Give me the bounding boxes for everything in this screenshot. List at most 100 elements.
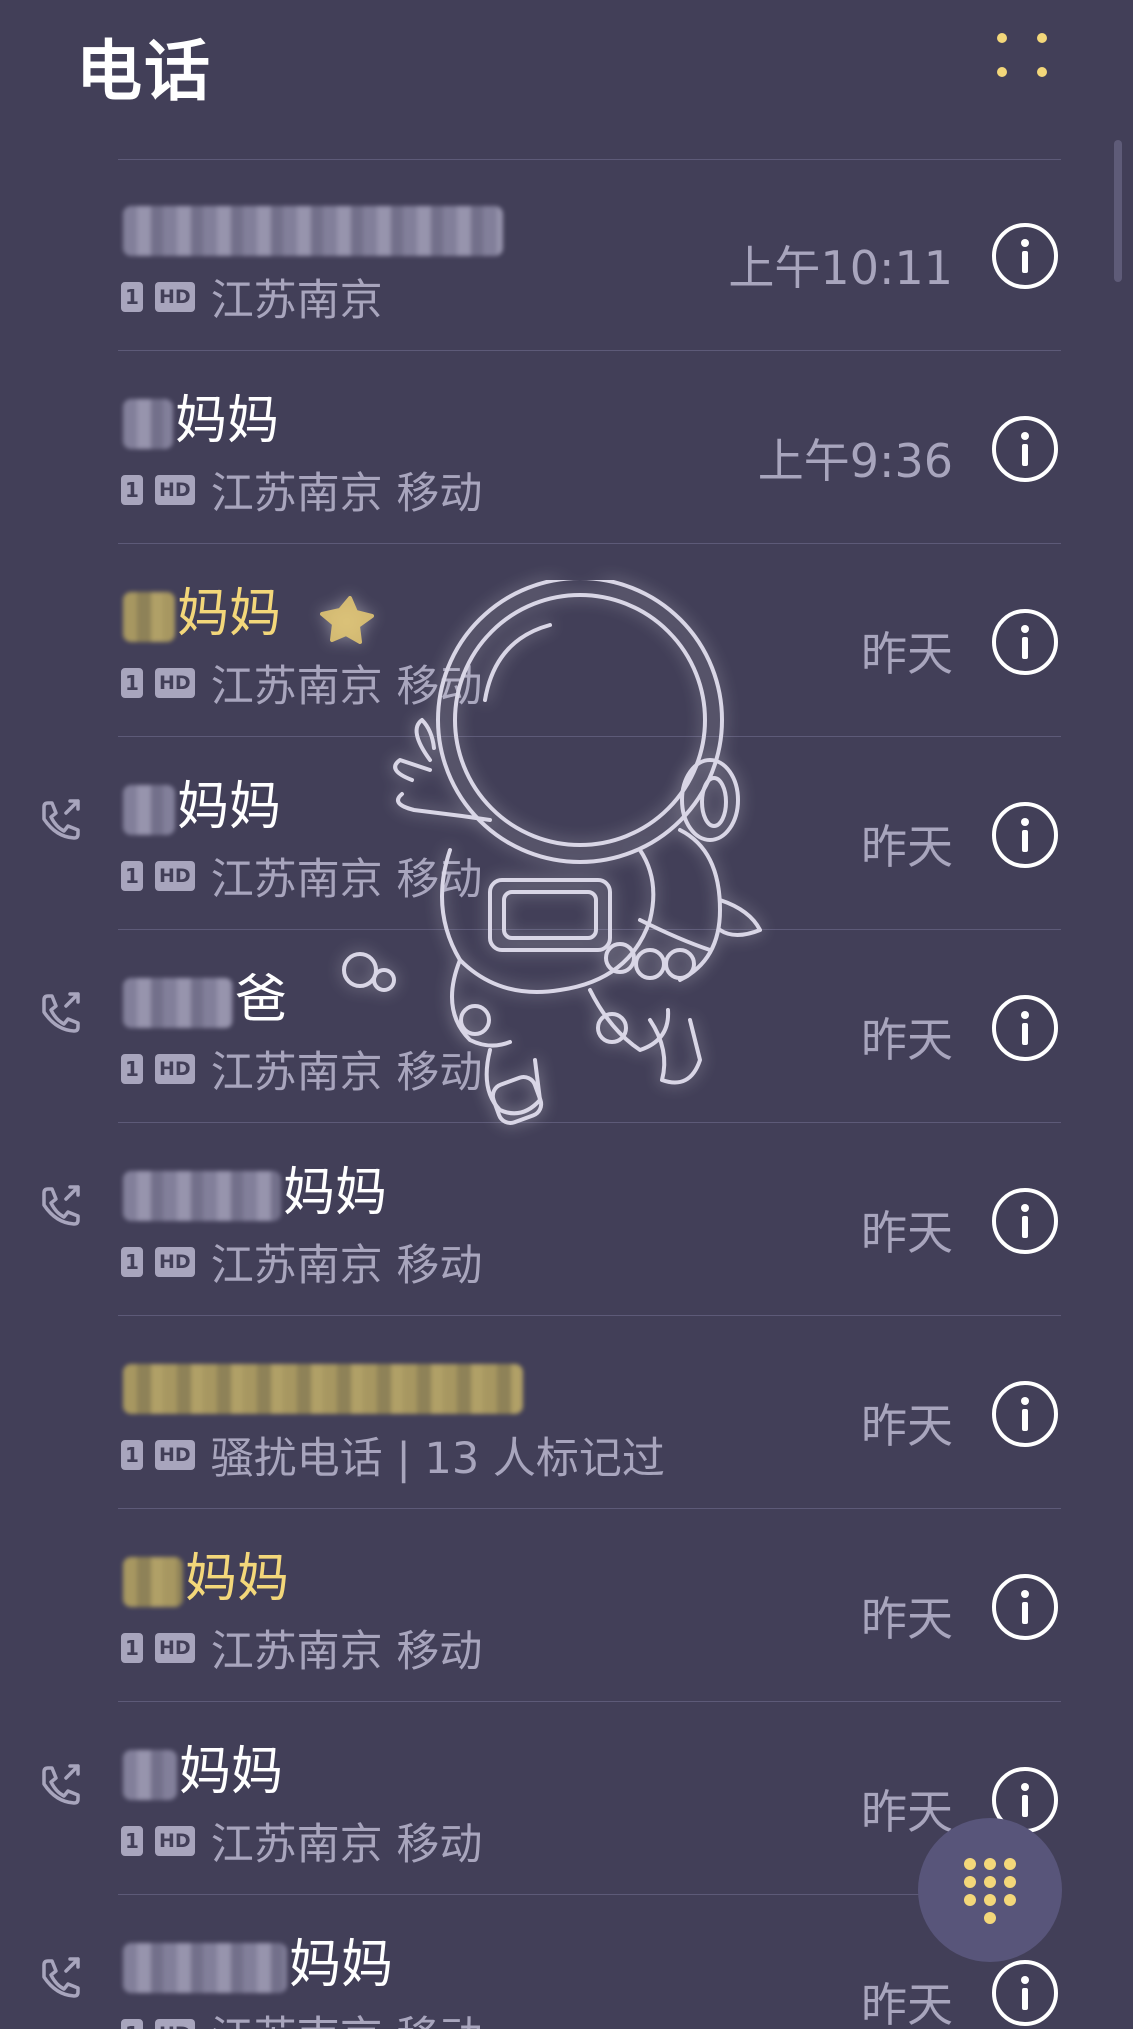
contact-name-text: 妈妈	[175, 391, 280, 451]
redacted-name-block	[123, 206, 503, 256]
hd-badge: HD	[155, 1054, 195, 1084]
contact-name: 妈妈	[123, 389, 279, 453]
call-info-button[interactable]	[992, 223, 1058, 289]
call-details: 1HD江苏南京 移动	[121, 1237, 482, 1291]
call-details: 1 HD 江苏南京 移动	[121, 1044, 482, 1098]
contact-name-text: 妈妈	[185, 1549, 290, 1609]
sim-badge: 1	[121, 1247, 143, 1277]
hd-badge: HD	[155, 861, 195, 891]
dialpad-button[interactable]	[918, 1818, 1062, 1962]
call-log-row[interactable]: 1 HD 骚扰电话 | 13 人标记过 昨天	[0, 1316, 1133, 1509]
call-log-row[interactable]: 妈妈 1 HD 江苏南京 移动 昨天	[0, 1509, 1133, 1702]
contact-name	[123, 196, 505, 260]
contact-name-text: 妈妈	[177, 584, 282, 644]
call-details: 1 HD 骚扰电话 | 13 人标记过	[121, 1430, 665, 1484]
call-details: 1HD江苏南京 移动	[121, 1623, 482, 1677]
info-circle-icon	[1021, 432, 1029, 466]
hd-badge: HD	[155, 1826, 195, 1856]
more-options-button[interactable]	[990, 22, 1054, 86]
contact-name-text: 爸	[235, 970, 288, 1030]
outgoing-call-icon	[36, 1762, 84, 1810]
call-info-button[interactable]	[992, 1574, 1058, 1640]
info-circle-icon	[1021, 239, 1029, 273]
info-circle-icon	[1021, 1590, 1029, 1624]
info-circle-icon	[1021, 625, 1029, 659]
caller-location: 骚扰电话 | 13 人标记过	[210, 1434, 665, 1484]
redacted-name-block	[123, 1750, 177, 1800]
call-details: 1 HD 江苏南京 移动	[121, 851, 482, 905]
call-time: 昨天	[861, 1399, 953, 1453]
call-details: 1 HD 江苏南京 移动	[121, 1816, 482, 1870]
call-time: 昨天	[861, 1206, 953, 1260]
hd-badge: HD	[155, 668, 195, 698]
redacted-name-block	[123, 785, 175, 835]
call-log-row[interactable]: 妈妈 1 HD 江苏南京 移动 昨天	[0, 544, 1133, 737]
sim-badge: 1	[121, 1633, 143, 1663]
info-circle-icon	[1021, 1976, 1029, 2010]
sim-badge: 1	[121, 475, 143, 505]
caller-location: 江苏南京 移动	[210, 1820, 483, 1870]
call-log-list: 1 HD 江苏南京 上午10:11 妈妈 1 HD 江苏南京 移动 上午9:36 妈妈 1 HD 江苏南…	[0, 158, 1133, 2029]
call-log-screen: 电话 1 HD 江苏南京 上午10:11 妈妈 1 HD 江苏南京 移动 上午9:36 妈妈 1 HD…	[0, 0, 1133, 2029]
sim-badge: 1	[121, 668, 143, 698]
contact-name-text: 妈妈	[283, 1163, 388, 1223]
caller-location: 江苏南京 移动	[210, 855, 483, 905]
call-info-button[interactable]	[992, 802, 1058, 868]
call-time: 昨天	[861, 1592, 953, 1646]
contact-name: 爸	[123, 968, 287, 1032]
hd-badge: HD	[155, 2019, 195, 2029]
caller-location: 江苏南京	[210, 276, 383, 326]
info-circle-icon	[1021, 1397, 1029, 1431]
info-circle-icon	[1021, 1011, 1029, 1045]
redacted-name-block	[123, 1943, 287, 1993]
caller-location: 江苏南京 移动	[210, 1048, 483, 1098]
hd-badge: HD	[155, 1247, 195, 1277]
call-info-button[interactable]	[992, 416, 1058, 482]
call-log-row[interactable]: 妈妈 1 HD 江苏南京 移动 昨天	[0, 1123, 1133, 1316]
contact-name: 妈妈	[123, 1740, 283, 1804]
contact-name: 妈妈	[123, 1933, 393, 1997]
outgoing-call-icon	[36, 1183, 84, 1231]
call-log-row[interactable]: 爸 1 HD 江苏南京 移动 昨天	[0, 930, 1133, 1123]
call-info-button[interactable]	[992, 1188, 1058, 1254]
redacted-name-block	[123, 978, 233, 1028]
call-time: 上午10:11	[728, 241, 953, 295]
redacted-name-block	[123, 399, 173, 449]
call-time: 昨天	[861, 627, 953, 681]
call-details: 1 HD 江苏南京 移动	[121, 658, 482, 712]
hd-badge: HD	[155, 1633, 195, 1663]
outgoing-call-icon	[36, 1955, 84, 2003]
hd-badge: HD	[155, 475, 195, 505]
sim-badge: 1	[121, 861, 143, 891]
contact-name-text: 妈妈	[179, 1742, 284, 1802]
redacted-name-block	[123, 1364, 523, 1414]
contact-name-text: 妈妈	[289, 1935, 394, 1995]
info-circle-icon	[1021, 1204, 1029, 1238]
call-info-button[interactable]	[992, 1960, 1058, 2026]
outgoing-call-icon	[36, 797, 84, 845]
contact-name: 妈妈	[123, 1161, 387, 1225]
redacted-name-block	[123, 1557, 183, 1607]
sim-badge: 1	[121, 1440, 143, 1470]
call-details: 1HD江苏南京 移动	[121, 2009, 482, 2029]
call-log-row[interactable]: 妈妈 1 HD 江苏南京 移动 昨天	[0, 737, 1133, 930]
info-circle-icon	[1021, 818, 1029, 852]
call-info-button[interactable]	[992, 1381, 1058, 1447]
sim-badge: 1	[121, 1826, 143, 1856]
contact-name: 妈妈	[123, 1547, 289, 1611]
caller-location: 江苏南京 移动	[211, 2003, 483, 2029]
call-time: 昨天	[861, 1978, 953, 2029]
more-dots-icon	[997, 33, 1047, 77]
sim-badge: 1	[121, 1054, 143, 1084]
call-details: 1 HD 江苏南京	[121, 272, 383, 326]
outgoing-call-icon	[36, 990, 84, 1038]
call-log-row[interactable]: 1 HD 江苏南京 上午10:11	[0, 158, 1133, 351]
hd-badge: HD	[155, 1440, 195, 1470]
contact-name: 妈妈	[123, 582, 281, 646]
call-info-button[interactable]	[992, 609, 1058, 675]
call-log-row[interactable]: 妈妈 1 HD 江苏南京 移动 上午9:36	[0, 351, 1133, 544]
redacted-name-block	[123, 592, 175, 642]
contact-name	[123, 1354, 525, 1418]
call-info-button[interactable]	[992, 995, 1058, 1061]
caller-location: 江苏南京 移动	[210, 662, 483, 712]
